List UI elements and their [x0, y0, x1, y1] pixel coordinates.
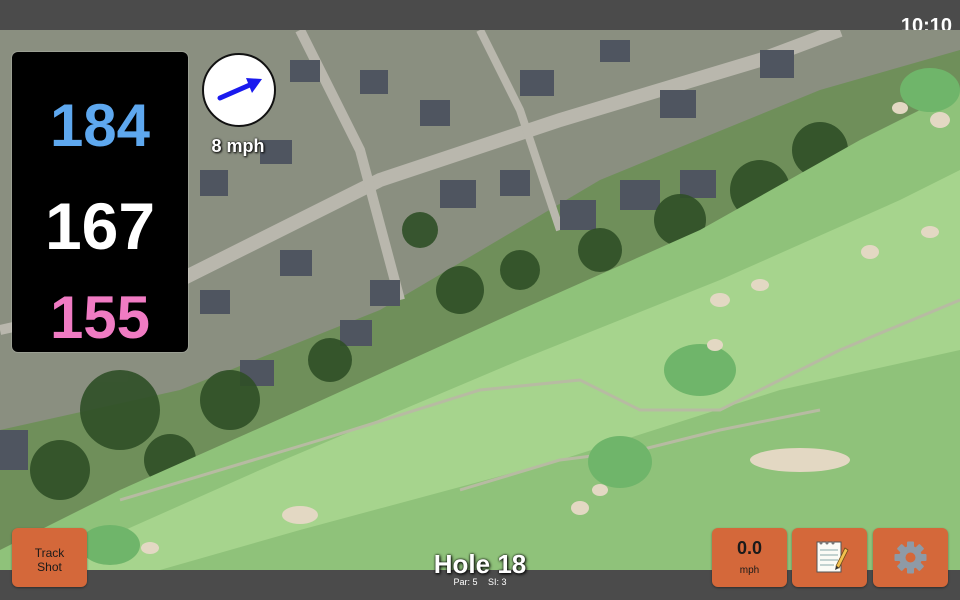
wind-speed-label: 8 mph	[211, 136, 265, 156]
speed-unit: mph	[739, 565, 760, 576]
track-shot-label-line2: Shot	[37, 560, 62, 574]
track-shot-button[interactable]: Track Shot	[12, 528, 87, 587]
speed-button[interactable]: 0.0 mph	[712, 528, 787, 587]
hole-info: Par: 5 SI: 3	[380, 577, 580, 587]
front-distance: 155	[49, 284, 151, 351]
hole-stroke-index: SI: 3	[488, 577, 507, 587]
hole-par: Par: 5	[453, 577, 478, 587]
back-distance: 184	[49, 92, 151, 159]
top-status-bar	[0, 0, 960, 30]
wind-direction-dial	[202, 53, 276, 127]
wind-arrow-icon	[217, 78, 262, 101]
track-shot-label-line1: Track	[34, 546, 65, 560]
speed-value: 0.0	[736, 538, 763, 558]
satellite-map[interactable]: 184 167 155 8 mph	[0, 30, 960, 570]
hole-title: Hole 18	[433, 549, 527, 579]
notepad-icon	[816, 541, 849, 573]
settings-button[interactable]	[873, 528, 948, 587]
middle-distance: 167	[44, 189, 156, 263]
gear-icon	[894, 541, 927, 574]
notes-button[interactable]	[792, 528, 867, 587]
distance-panel: 184 167 155	[12, 52, 188, 352]
